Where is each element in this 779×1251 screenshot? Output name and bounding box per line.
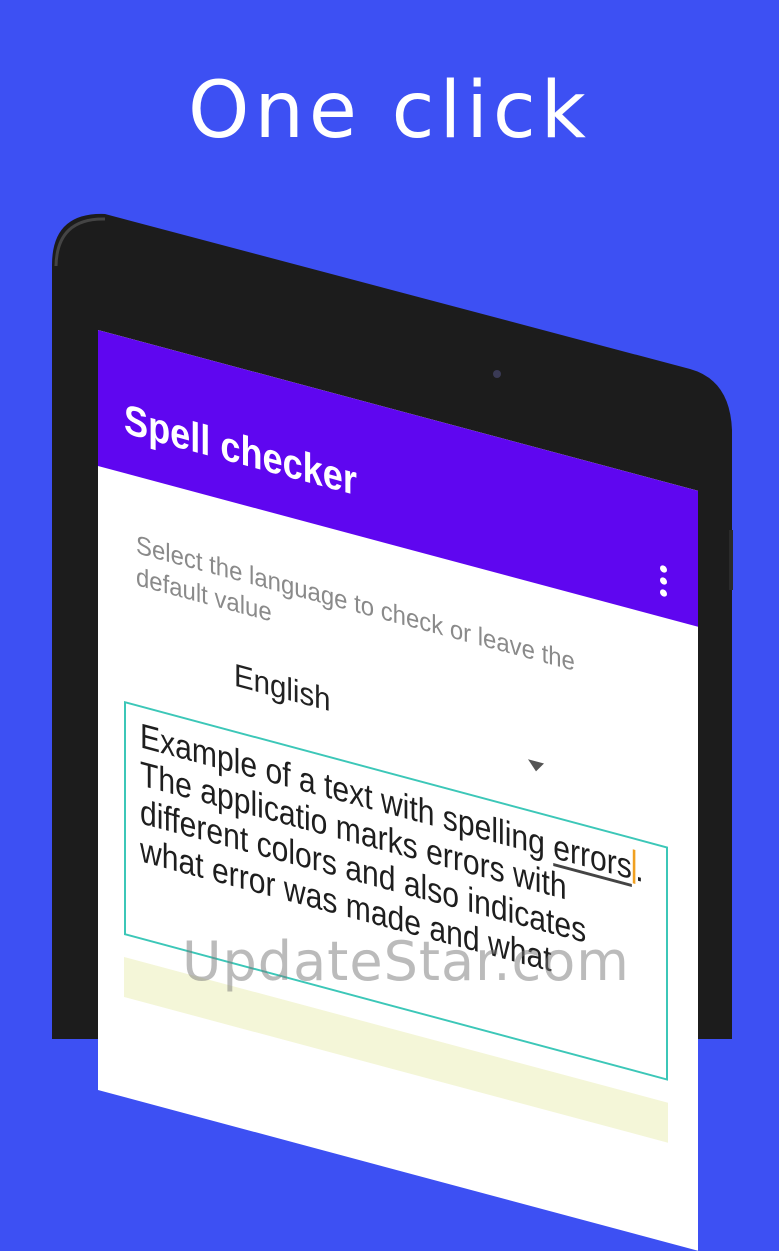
language-selected-value: English xyxy=(234,656,331,719)
more-vert-icon[interactable] xyxy=(660,564,668,603)
app-title: Spell checker xyxy=(124,394,357,505)
side-button xyxy=(729,530,733,590)
dropdown-arrow-icon xyxy=(528,759,544,774)
app-screen: Spell checker Select the language to che… xyxy=(98,330,698,1251)
camera-dot xyxy=(493,370,501,378)
menu-dot xyxy=(660,576,667,586)
menu-dot xyxy=(660,588,667,598)
watermark: UpdateStar.com xyxy=(182,930,630,993)
menu-dot xyxy=(660,564,667,574)
text-segment: . xyxy=(635,848,644,891)
